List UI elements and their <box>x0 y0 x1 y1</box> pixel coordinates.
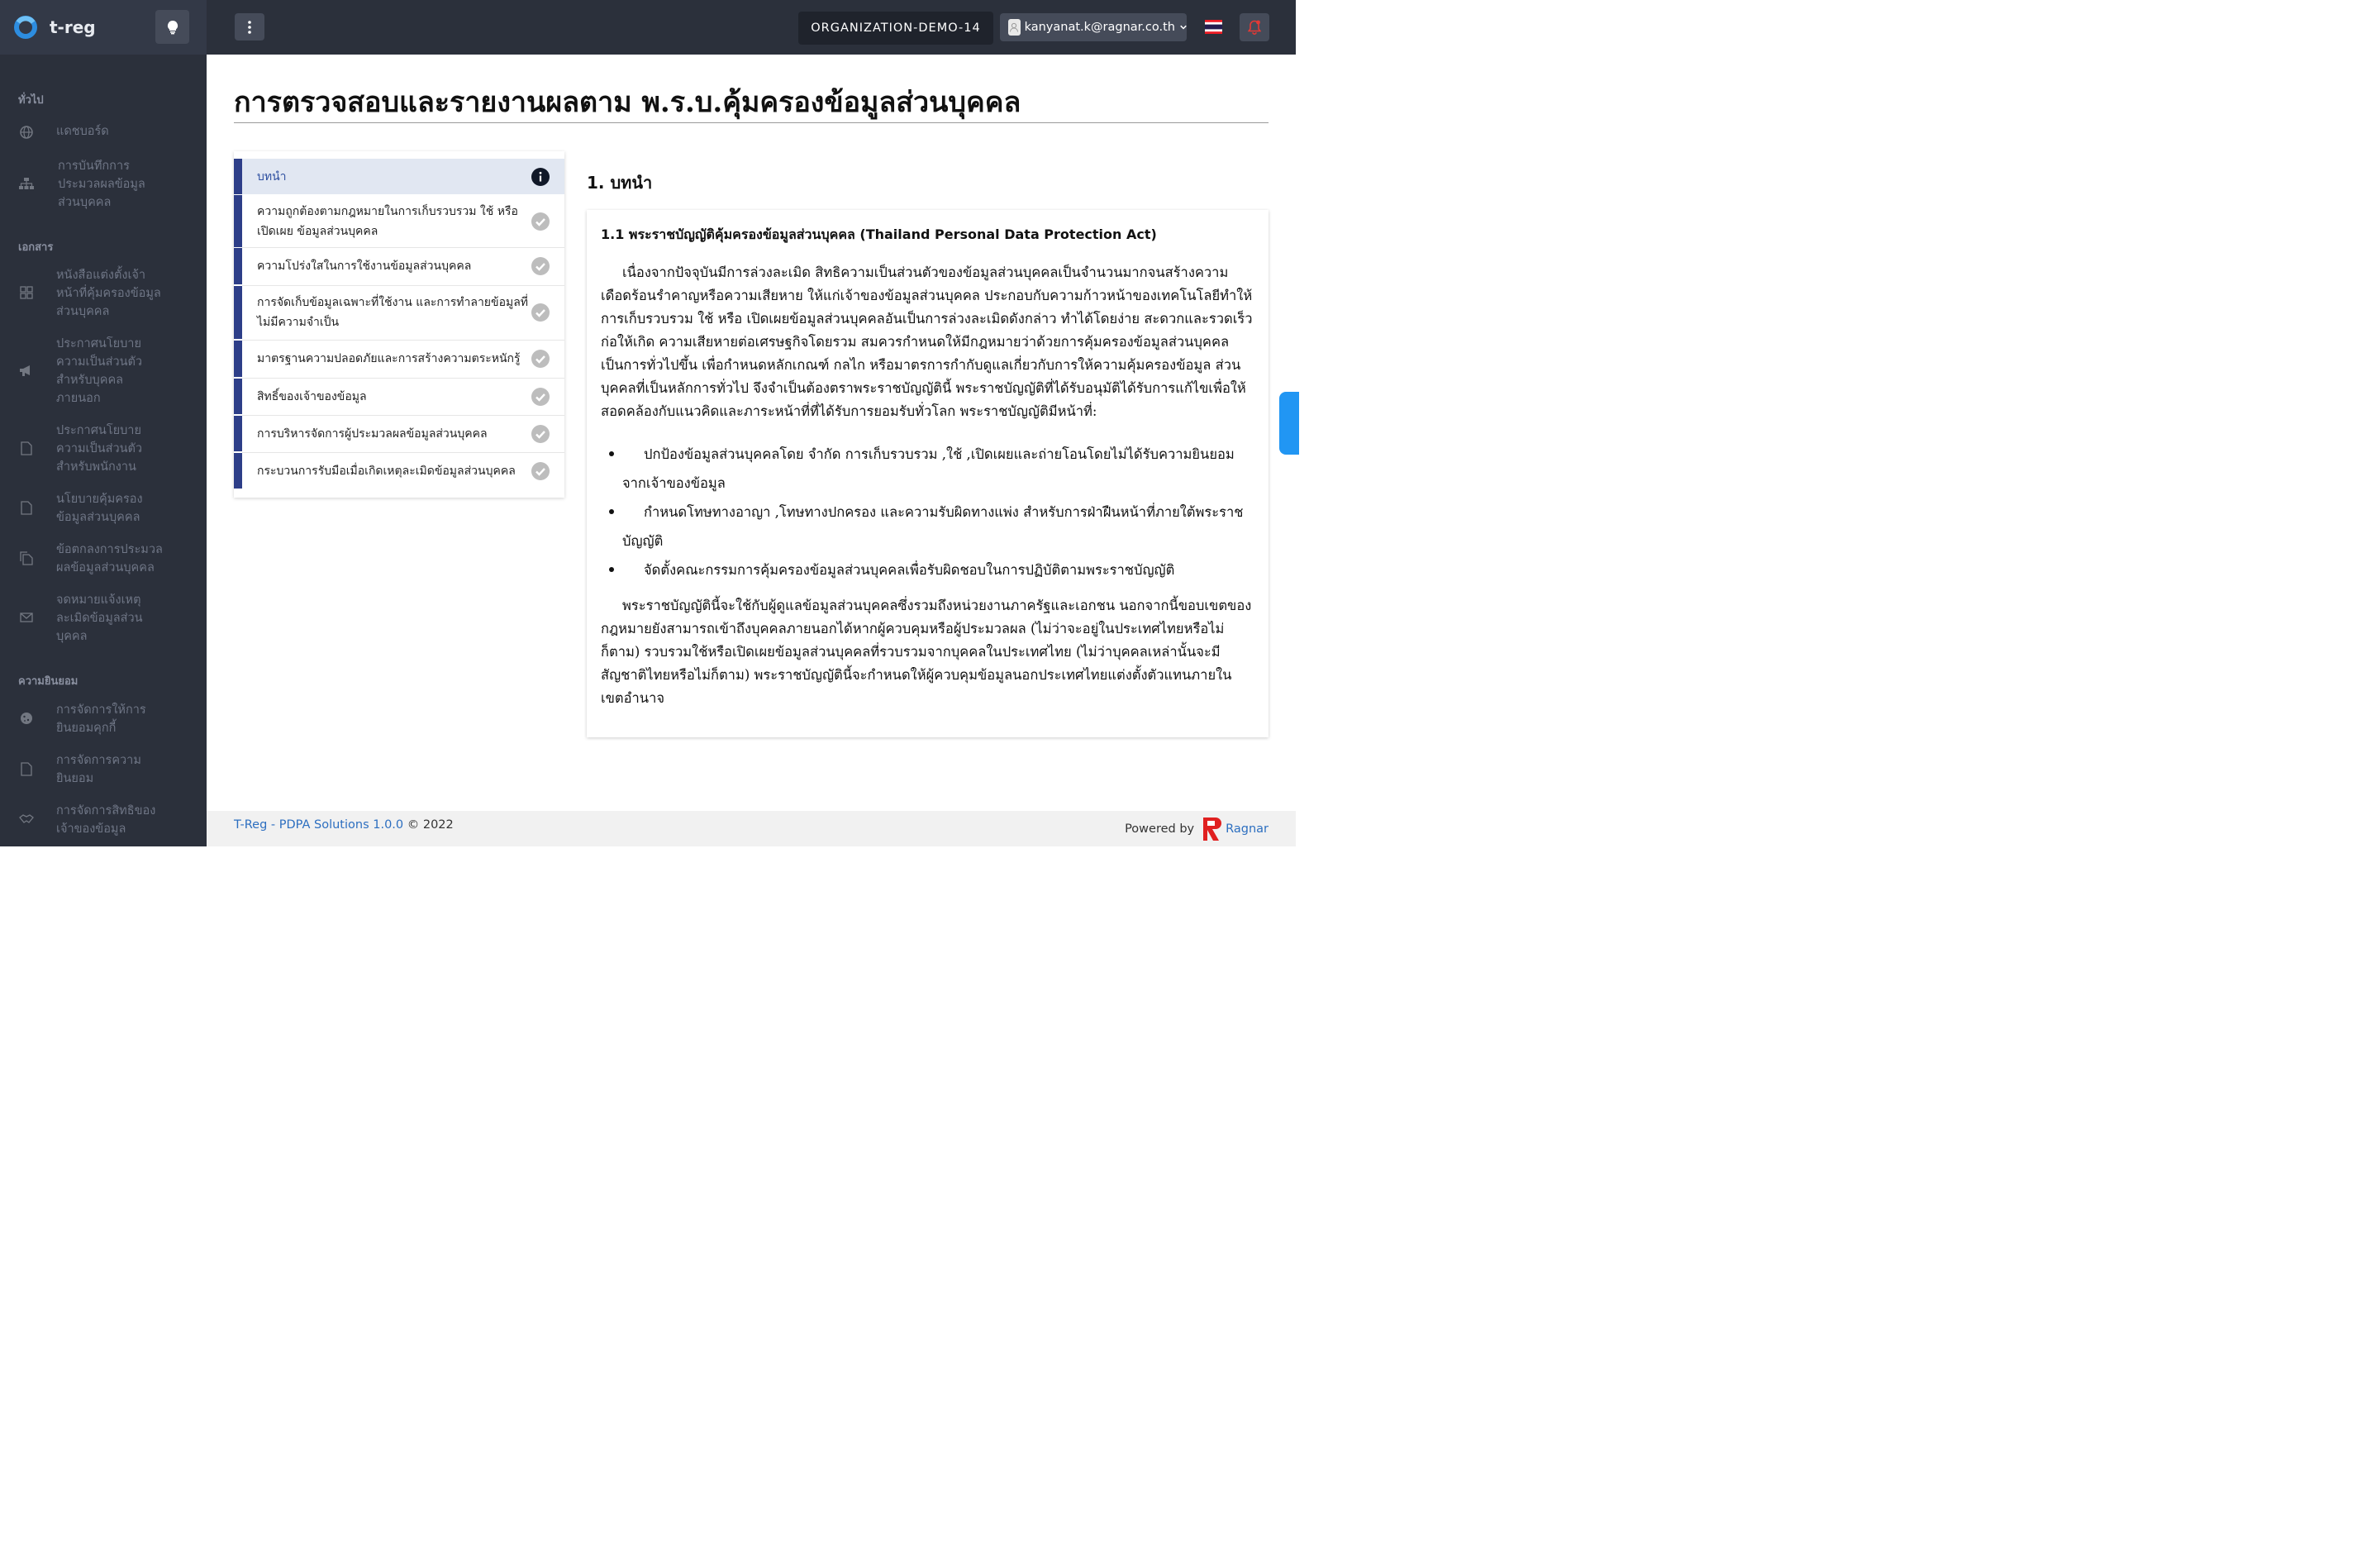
document-icon <box>18 499 35 516</box>
sidebar-item-label: การจัดการให้การยินยอมคุกกี้ <box>56 703 146 735</box>
subsection-heading: 1.1 พระราชบัญญัติคุ้มครองข้อมูลส่วนบุคคล… <box>601 226 1157 242</box>
toc-item-security[interactable]: มาตรฐานความปลอดภัยและการสร้างความตระหนัก… <box>234 341 564 377</box>
sidebar-item-data-subject-rights[interactable]: การจัดการสิทธิของเจ้าของข้อมูล <box>0 802 207 838</box>
check-circle-icon <box>531 303 550 322</box>
title-divider <box>234 122 1269 123</box>
organization-selector[interactable]: ORGANIZATION-DEMO-14 <box>798 12 993 45</box>
check-circle-icon <box>531 424 550 443</box>
toc-item-label: ความโปร่งใสในการใช้งานข้อมูลส่วนบุคคล <box>257 260 472 273</box>
info-icon <box>531 167 550 186</box>
toc-item-introduction[interactable]: บทนำ <box>234 159 564 194</box>
toc-item-label: การจัดเก็บข้อมูลเฉพาะที่ใช้งาน และการทำล… <box>257 296 529 329</box>
sidebar-item-label: ข้อตกลงการประมวลผลข้อมูลส่วนบุคคล <box>56 543 163 574</box>
section-navigation: บทนำ ความถูกต้องตามกฎหมายในการเก็บรวบรวม… <box>234 151 564 498</box>
sitemap-icon <box>18 175 35 192</box>
lightbulb-button[interactable] <box>155 10 189 44</box>
sidebar-item-privacy-external[interactable]: ประกาศนโยบายความเป็นส่วนตัวสำหรับบุคคลภา… <box>0 335 207 408</box>
nav-section-consent: ความยินยอม <box>18 675 79 688</box>
list-item: จัดตั้งคณะกรรมการคุ้มครองข้อมูลส่วนบุคคล… <box>601 555 1254 584</box>
duties-list: ปกป้องข้อมูลส่วนบุคคลโดย จำกัด การเก็บรว… <box>601 440 1254 584</box>
check-circle-icon <box>531 461 550 480</box>
nav-section-general: ทั่วไป <box>18 94 44 107</box>
sidebar-item-cookie-consent[interactable]: การจัดการให้การยินยอมคุกกี้ <box>0 701 207 737</box>
document-icon <box>18 760 35 777</box>
top-bar: ORGANIZATION-DEMO-14 kanyanat.k@ragnar.c… <box>207 0 1296 55</box>
check-circle-icon <box>531 350 550 368</box>
sidebar-item-label: การบันทึกการประมวลผลข้อมูลส่วนบุคคล <box>58 160 145 209</box>
content-card: 1.1 พระราชบัญญัติคุ้มครองข้อมูลส่วนบุคคล… <box>587 210 1269 737</box>
sidebar-item-label: การจัดการความยินยอม <box>56 754 141 785</box>
ragnar-logo-icon[interactable] <box>1201 816 1222 842</box>
sidebar-item-label: นโยบายคุ้มครองข้อมูลส่วนบุคคล <box>56 493 143 524</box>
t-reg-logo-icon[interactable] <box>13 15 38 40</box>
user-menu[interactable]: kanyanat.k@ragnar.co.th <box>1000 13 1187 41</box>
sidebar-item-label: แดชบอร์ด <box>56 125 109 138</box>
toc-item-label: สิทธิ์ของเจ้าของข้อมูล <box>257 389 367 403</box>
chevron-down-icon <box>1180 25 1187 30</box>
toc-item-transparency[interactable]: ความโปร่งใสในการใช้งานข้อมูลส่วนบุคคล <box>234 248 564 284</box>
sidebar-item-label: จดหมายแจ้งเหตุละเมิดข้อมูลส่วนบุคคล <box>56 593 143 643</box>
user-email: kanyanat.k@ragnar.co.th <box>1024 21 1175 34</box>
check-circle-icon <box>531 387 550 406</box>
check-circle-icon <box>531 257 550 275</box>
toc-item-data-retention[interactable]: การจัดเก็บข้อมูลเฉพาะที่ใช้งาน และการทำล… <box>234 286 564 339</box>
sidebar-item-dpo-appointment[interactable]: หนังสือแต่งตั้งเจ้าหน้าที่คุ้มครองข้อมูล… <box>0 266 207 321</box>
toc-item-label: บทนำ <box>257 169 287 184</box>
intro-paragraph: เนื่องจากปัจจุบันมีการล่วงละเมิด สิทธิคว… <box>601 265 1253 419</box>
section-heading: 1. บทนำ <box>587 173 653 193</box>
footer: T-Reg - PDPA Solutions 1.0.0 © 2022 Powe… <box>207 811 1296 846</box>
list-item: กำหนดโทษทางอาญา ,โทษทางปกครอง และความรับ… <box>601 498 1254 555</box>
cookie-icon <box>18 710 35 727</box>
page-title: การตรวจสอบและรายงานผลตาม พ.ร.บ.คุ้มครองข… <box>234 86 1021 119</box>
kebab-menu-icon <box>248 20 251 34</box>
brand-name[interactable]: t-reg <box>50 17 96 37</box>
company-name[interactable]: Ragnar <box>1226 822 1269 836</box>
avatar <box>1008 19 1021 36</box>
megaphone-icon <box>18 362 35 379</box>
check-circle-icon <box>531 212 550 231</box>
notifications-button[interactable] <box>1240 13 1269 41</box>
user-icon <box>1010 22 1019 32</box>
sidebar-item-pdp-policy[interactable]: นโยบายคุ้มครองข้อมูลส่วนบุคคล <box>0 490 207 527</box>
toc-item-label: กระบวนการรับมือเมื่อเกิดเหตุละเมิดข้อมูล… <box>257 464 516 478</box>
sidebar-item-consent-management[interactable]: การจัดการความยินยอม <box>0 751 207 788</box>
toc-item-label: มาตรฐานความปลอดภัยและการสร้างความตระหนัก… <box>257 352 521 365</box>
thai-flag-icon[interactable] <box>1205 20 1222 34</box>
toc-item-label: การบริหารจัดการผู้ประมวลผลข้อมูลส่วนบุคค… <box>257 427 488 441</box>
toc-item-lawfulness[interactable]: ความถูกต้องตามกฎหมายในการเก็บรวบรวม ใช้ … <box>234 195 564 247</box>
brand-bar: t-reg <box>0 0 207 55</box>
toc-item-breach-response[interactable]: กระบวนการรับมือเมื่อเกิดเหตุละเมิดข้อมูล… <box>234 453 564 489</box>
toc-item-label: ความถูกต้องตามกฎหมายในการเก็บรวบรวม ใช้ … <box>257 204 518 238</box>
nav-section-documents: เอกสาร <box>18 241 54 254</box>
sidebar-item-dpa[interactable]: ข้อตกลงการประมวลผลข้อมูลส่วนบุคคล <box>0 541 207 577</box>
footer-product: T-Reg - PDPA Solutions 1.0.0 © 2022 <box>234 818 454 832</box>
product-link[interactable]: T-Reg - PDPA Solutions 1.0.0 <box>234 818 403 832</box>
bell-icon <box>1248 20 1261 35</box>
lightbulb-icon <box>167 20 178 34</box>
grid-icon <box>18 284 35 301</box>
globe-icon <box>18 124 35 141</box>
scope-paragraph: พระราชบัญญัตินี้จะใช้กับผู้ดูแลข้อมูลส่ว… <box>601 598 1252 706</box>
copy-icon <box>18 550 35 566</box>
sidebar-item-dashboard[interactable]: แดชบอร์ด <box>0 122 207 141</box>
document-icon <box>18 440 35 456</box>
list-item: ปกป้องข้อมูลส่วนบุคคลโดย จำกัด การเก็บรว… <box>601 440 1254 498</box>
copyright-text: © 2022 <box>407 818 454 832</box>
toc-item-data-subject-rights[interactable]: สิทธิ์ของเจ้าของข้อมูล <box>234 379 564 414</box>
handshake-icon <box>18 811 35 827</box>
sidebar-item-privacy-employee[interactable]: ประกาศนโยบายความเป็นส่วนตัวสำหรับพนักงาน <box>0 422 207 476</box>
sidebar-item-label: ประกาศนโยบายความเป็นส่วนตัวสำหรับพนักงาน <box>56 424 143 474</box>
sidebar-item-label: ประกาศนโยบายความเป็นส่วนตัวสำหรับบุคคลภา… <box>56 337 143 405</box>
toc-item-processor-management[interactable]: การบริหารจัดการผู้ประมวลผลข้อมูลส่วนบุคค… <box>234 416 564 451</box>
sidebar-item-label: การจัดการสิทธิของเจ้าของข้อมูล <box>56 804 156 836</box>
footer-powered-by: Powered by Ragnar <box>1125 816 1269 842</box>
more-options-button[interactable] <box>235 13 264 41</box>
envelope-icon <box>18 609 35 626</box>
sidebar-item-breach-letter[interactable]: จดหมายแจ้งเหตุละเมิดข้อมูลส่วนบุคคล <box>0 591 207 646</box>
sidebar-item-processing-records[interactable]: การบันทึกการประมวลผลข้อมูลส่วนบุคคล <box>0 157 207 212</box>
sidebar: t-reg ทั่วไป แดชบอร์ด การบันทึกการประมวล… <box>0 0 207 846</box>
sidebar-item-label: หนังสือแต่งตั้งเจ้าหน้าที่คุ้มครองข้อมูล… <box>56 269 161 318</box>
side-drawer-tab[interactable] <box>1279 392 1299 455</box>
powered-by-label: Powered by <box>1125 822 1195 836</box>
